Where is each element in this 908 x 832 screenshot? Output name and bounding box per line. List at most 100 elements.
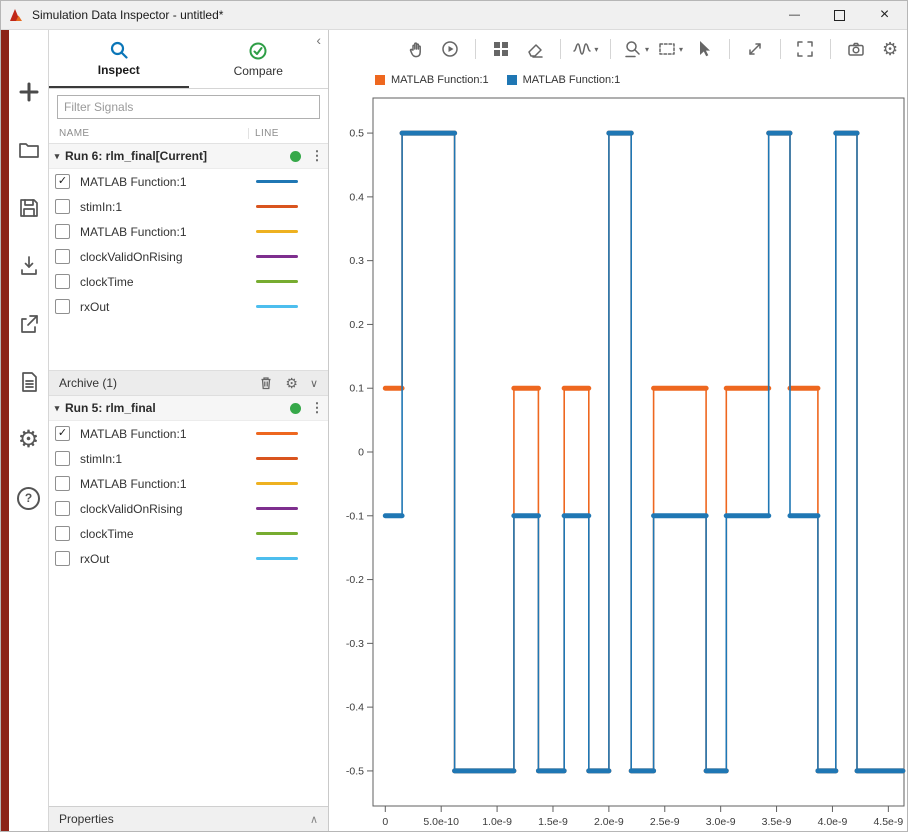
line-cell [248, 482, 328, 485]
signal-row[interactable]: stimIn:1 [49, 194, 328, 219]
archive-label: Archive (1) [49, 376, 117, 390]
tab-inspect[interactable]: Inspect [49, 30, 189, 88]
export-button[interactable] [15, 310, 43, 338]
add-run-button[interactable] [15, 78, 43, 106]
line-cell [248, 507, 328, 510]
subplot-layout-button[interactable] [487, 36, 515, 62]
save-session-button[interactable] [15, 194, 43, 222]
signal-row[interactable]: ✓ MATLAB Function:1 [49, 169, 328, 194]
zoom-button[interactable]: ▾ [622, 36, 650, 62]
line-column-header: LINE [248, 128, 328, 139]
properties-label: Properties [49, 812, 114, 826]
archive-bar[interactable]: Archive (1) ⚙ ∨ [49, 370, 328, 396]
signal-row[interactable]: clockValidOnRising [49, 244, 328, 269]
y-tick-label: 0 [358, 447, 364, 459]
fit-to-view-button[interactable] [741, 36, 769, 62]
wave-icon [572, 39, 592, 59]
maximize-button[interactable] [817, 1, 862, 29]
signal-checkbox[interactable] [55, 526, 70, 541]
signal-row[interactable]: clockValidOnRising [49, 496, 328, 521]
signal-row[interactable]: ✓ MATLAB Function:1 [49, 421, 328, 446]
preferences-button[interactable]: ⚙ [15, 426, 43, 454]
maximize-plot-button[interactable] [791, 36, 819, 62]
dropdown-icon: ▾ [645, 45, 649, 54]
plot-toolbar: ▾ ▾ ▾ [329, 30, 907, 68]
gear-icon: ⚙ [18, 428, 40, 452]
line-cell [248, 432, 328, 435]
signal-checkbox[interactable] [55, 476, 70, 491]
minimize-button[interactable]: — [772, 1, 817, 29]
filter-signals-input[interactable] [57, 95, 320, 119]
hand-icon [406, 39, 426, 59]
signal-line-sample [256, 230, 298, 233]
signal-checkbox[interactable] [55, 274, 70, 289]
line-cell [248, 280, 328, 283]
run-header[interactable]: ▾ Run 6: rlm_final[Current] ⋮ [49, 144, 328, 169]
replay-button[interactable] [436, 36, 464, 62]
sidebar-spacer [49, 319, 328, 370]
expander-icon[interactable]: ▾ [49, 151, 65, 162]
plot-box [373, 98, 904, 806]
signal-checkbox[interactable] [55, 501, 70, 516]
signal-checkbox[interactable] [55, 551, 70, 566]
legend-item[interactable]: MATLAB Function:1 [507, 74, 621, 86]
signal-checkbox[interactable]: ✓ [55, 174, 70, 189]
signal-row[interactable]: clockTime [49, 269, 328, 294]
y-tick-label: -0.2 [346, 574, 364, 586]
help-button[interactable]: ? [15, 484, 43, 512]
signal-row[interactable]: MATLAB Function:1 [49, 471, 328, 496]
chart-svg[interactable]: 0.50.40.30.20.10-0.1-0.2-0.3-0.4-0.505.0… [329, 92, 908, 832]
kebab-menu-icon[interactable]: ⋮ [310, 148, 324, 164]
sidebar-collapse-icon[interactable]: ‹ [316, 32, 321, 48]
signal-row[interactable]: rxOut [49, 546, 328, 571]
signal-row[interactable]: MATLAB Function:1 [49, 219, 328, 244]
pointer-button[interactable] [690, 36, 718, 62]
pan-button[interactable] [402, 36, 430, 62]
properties-bar[interactable]: Properties ∧ [49, 806, 328, 831]
legend-label: MATLAB Function:1 [391, 74, 489, 86]
create-report-button[interactable] [15, 368, 43, 396]
x-tick-label: 0 [382, 816, 388, 828]
run-status-dot [290, 403, 301, 414]
signal-checkbox[interactable]: ✓ [55, 426, 70, 441]
expander-icon[interactable]: ▾ [49, 403, 65, 414]
archive-actions: ⚙ ∨ [259, 375, 318, 392]
properties-collapse-icon: ∧ [310, 813, 318, 826]
signal-checkbox[interactable] [55, 224, 70, 239]
line-cell [248, 180, 328, 183]
window-controls: — × [772, 1, 907, 29]
signal-checkbox[interactable] [55, 199, 70, 214]
signal-row[interactable]: stimIn:1 [49, 446, 328, 471]
close-button[interactable]: × [862, 1, 907, 29]
signal-row[interactable]: rxOut [49, 294, 328, 319]
inspect-magnifier-icon [109, 40, 129, 60]
camera-icon [846, 39, 866, 59]
open-session-button[interactable] [15, 136, 43, 164]
y-tick-label: -0.4 [346, 702, 364, 714]
y-tick-label: 0.3 [349, 255, 364, 267]
signal-name: MATLAB Function:1 [70, 477, 248, 491]
zoom-region-button[interactable]: ▾ [656, 36, 684, 62]
archive-gear-icon[interactable]: ⚙ [285, 375, 298, 392]
chart-area[interactable]: 0.50.40.30.20.10-0.1-0.2-0.3-0.4-0.505.0… [329, 92, 907, 831]
signal-line-sample [256, 255, 298, 258]
signal-checkbox[interactable] [55, 451, 70, 466]
toolbar-separator [729, 39, 730, 59]
snapshot-button[interactable] [842, 36, 870, 62]
tab-compare[interactable]: Compare [189, 30, 329, 88]
run-header[interactable]: ▾ Run 5: rlm_final ⋮ [49, 396, 328, 421]
folder-icon [17, 138, 41, 162]
plot-settings-button[interactable]: ⚙ [876, 36, 904, 62]
import-button[interactable] [15, 252, 43, 280]
legend-item[interactable]: MATLAB Function:1 [375, 74, 489, 86]
signal-checkbox[interactable] [55, 249, 70, 264]
kebab-menu-icon[interactable]: ⋮ [310, 400, 324, 416]
signal-checkbox[interactable] [55, 299, 70, 314]
trash-icon[interactable] [259, 376, 273, 390]
signal-row[interactable]: clockTime [49, 521, 328, 546]
signal-display-button[interactable]: ▾ [571, 36, 599, 62]
line-cell [248, 305, 328, 308]
archive-collapse-icon[interactable]: ∨ [310, 377, 318, 390]
clear-plots-button[interactable] [521, 36, 549, 62]
toolbar-separator [475, 39, 476, 59]
